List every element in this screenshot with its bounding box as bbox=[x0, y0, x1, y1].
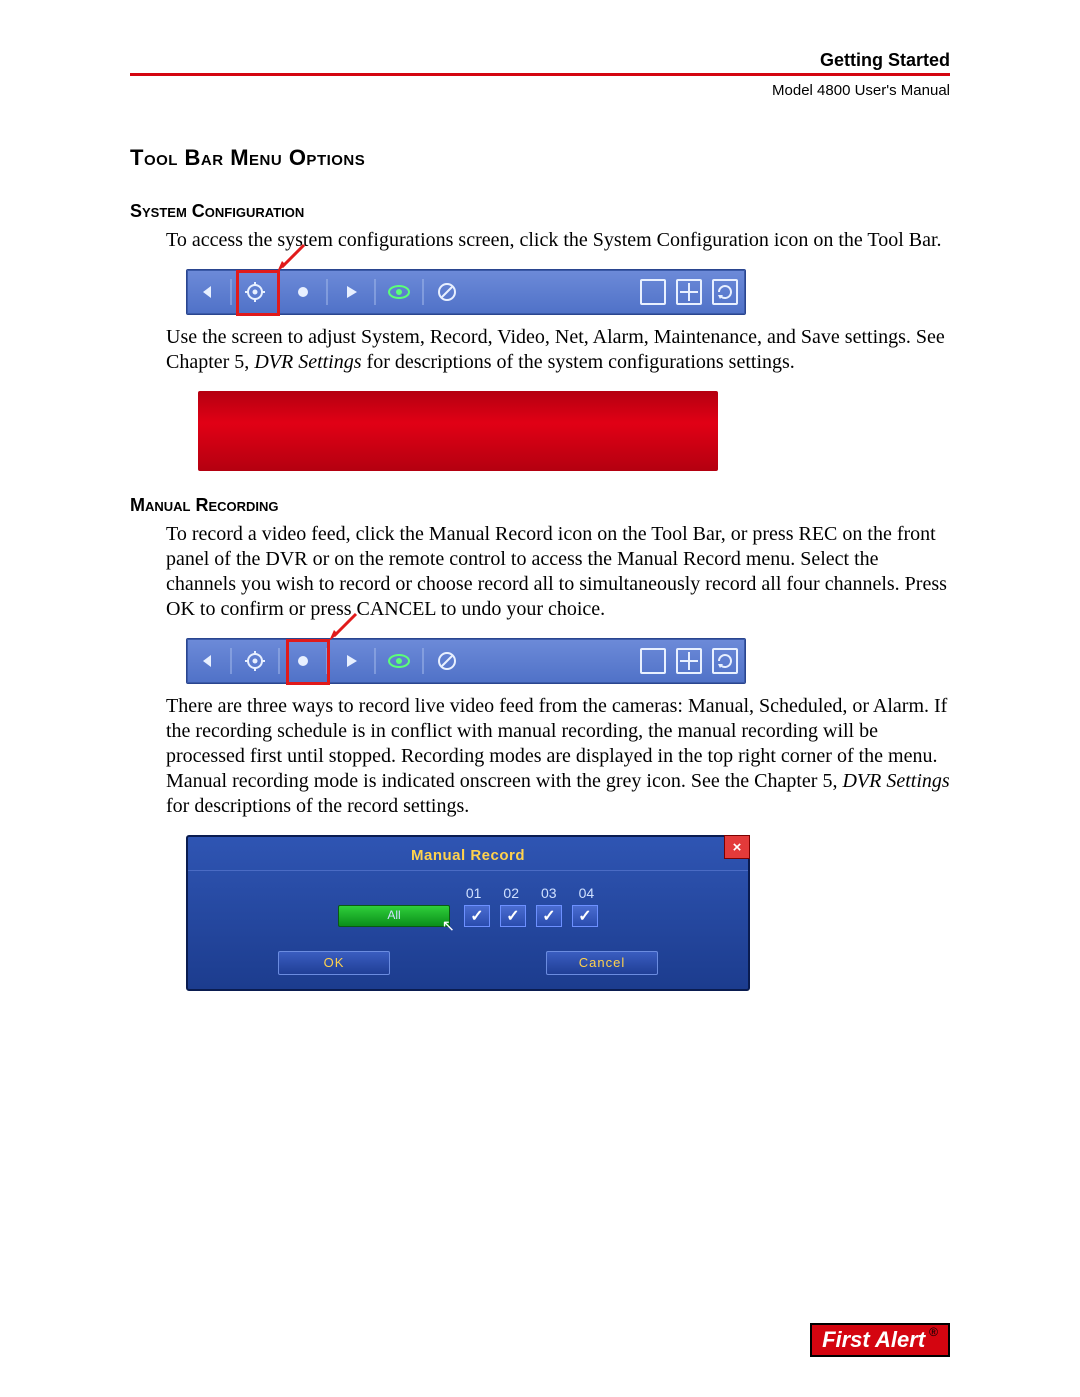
toolbar-divider bbox=[422, 279, 424, 305]
toolbar-divider bbox=[230, 279, 232, 305]
eye-icon[interactable] bbox=[386, 648, 412, 674]
manrec-p2: There are three ways to record live vide… bbox=[166, 694, 950, 819]
manual-record-dialog: × Manual Record 01 02 03 04 All ↖ ✓ ✓ ✓ … bbox=[186, 835, 750, 991]
callout-arrow-icon bbox=[274, 243, 308, 273]
toolbar-divider bbox=[278, 648, 280, 674]
toolbar-divider bbox=[374, 648, 376, 674]
compass-icon[interactable] bbox=[434, 279, 460, 305]
quad-view-icon[interactable] bbox=[676, 648, 702, 674]
rotate-view-icon[interactable] bbox=[712, 279, 738, 305]
brand-logo: First Alert® bbox=[810, 1323, 950, 1357]
channel-labels: 01 02 03 04 bbox=[466, 885, 594, 901]
channel-01: 01 bbox=[466, 885, 482, 901]
sysconf-p2: Use the screen to adjust System, Record,… bbox=[166, 325, 950, 375]
left-arrow-icon[interactable] bbox=[194, 279, 220, 305]
gear-icon[interactable] bbox=[242, 279, 268, 305]
sysconf-heading: System Configuration bbox=[130, 201, 950, 222]
header-subtitle: Model 4800 User's Manual bbox=[130, 82, 950, 99]
cursor-icon: ↖ bbox=[442, 917, 455, 936]
rotate-view-icon[interactable] bbox=[712, 648, 738, 674]
channel-03: 03 bbox=[541, 885, 557, 901]
single-view-icon[interactable] bbox=[640, 648, 666, 674]
ok-button[interactable]: OK bbox=[278, 951, 390, 975]
close-icon[interactable]: × bbox=[724, 835, 750, 859]
single-view-icon[interactable] bbox=[640, 279, 666, 305]
record-dot-icon[interactable] bbox=[290, 648, 316, 674]
play-icon[interactable] bbox=[338, 648, 364, 674]
toolbar-divider bbox=[278, 279, 280, 305]
channel-check-03[interactable]: ✓ bbox=[536, 905, 562, 927]
cancel-button[interactable]: Cancel bbox=[546, 951, 658, 975]
eye-icon[interactable] bbox=[386, 279, 412, 305]
left-arrow-icon[interactable] bbox=[194, 648, 220, 674]
toolbar-divider bbox=[326, 648, 328, 674]
toolbar-sysconf bbox=[186, 269, 746, 315]
channel-check-02[interactable]: ✓ bbox=[500, 905, 526, 927]
channel-check-01[interactable]: ✓ bbox=[464, 905, 490, 927]
toolbar-divider bbox=[374, 279, 376, 305]
header-section: Getting Started bbox=[820, 50, 950, 70]
compass-icon[interactable] bbox=[434, 648, 460, 674]
channel-check-04[interactable]: ✓ bbox=[572, 905, 598, 927]
gear-icon[interactable] bbox=[242, 648, 268, 674]
page-title: Tool Bar Menu Options bbox=[130, 145, 950, 171]
dialog-title: Manual Record bbox=[188, 837, 748, 871]
toolbar-divider bbox=[422, 648, 424, 674]
callout-arrow-icon bbox=[326, 612, 360, 642]
toolbar-divider bbox=[230, 648, 232, 674]
toolbar-divider bbox=[326, 279, 328, 305]
channel-04: 04 bbox=[579, 885, 595, 901]
manrec-heading: Manual Recording bbox=[130, 495, 950, 516]
settings-tabs-placeholder bbox=[198, 391, 718, 471]
record-dot-icon[interactable] bbox=[290, 279, 316, 305]
quad-view-icon[interactable] bbox=[676, 279, 702, 305]
all-button[interactable]: All ↖ bbox=[338, 905, 450, 927]
play-icon[interactable] bbox=[338, 279, 364, 305]
channel-02: 02 bbox=[503, 885, 519, 901]
toolbar-manrec bbox=[186, 638, 746, 684]
manrec-p1: To record a video feed, click the Manual… bbox=[166, 522, 950, 622]
